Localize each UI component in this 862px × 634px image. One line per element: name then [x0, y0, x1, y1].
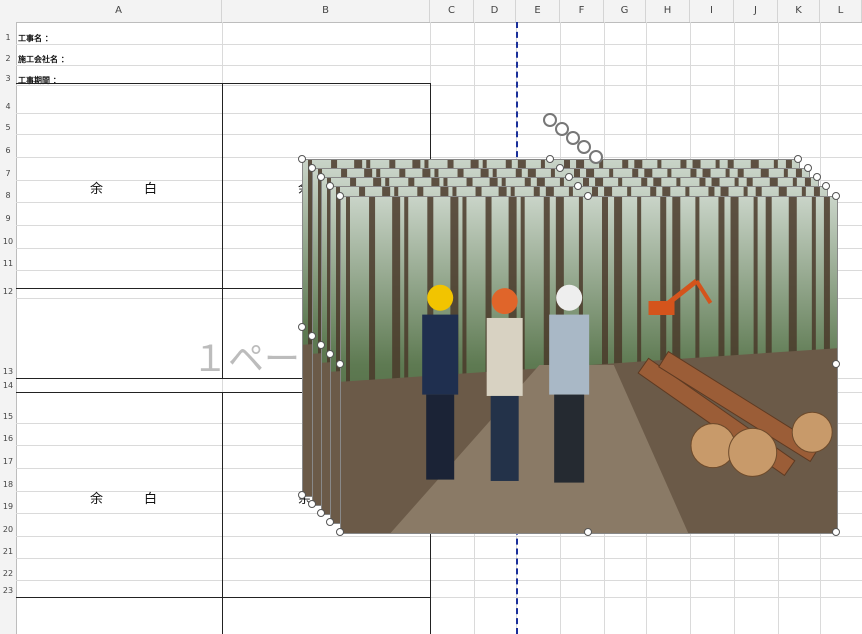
grid-line [16, 134, 862, 135]
rotate-handle[interactable] [577, 140, 591, 154]
grid-line [16, 536, 862, 537]
grid-line [16, 558, 862, 559]
resize-handle[interactable] [298, 491, 306, 499]
column-header-f[interactable]: F [560, 0, 604, 22]
resize-handle[interactable] [546, 155, 554, 163]
column-header-c[interactable]: C [430, 0, 474, 22]
project-period-label[interactable]: 工事期間 ： [18, 75, 61, 86]
column-header-d[interactable]: D [474, 0, 516, 22]
row-header-10[interactable]: 10 [0, 237, 16, 246]
column-header-i[interactable]: I [690, 0, 734, 22]
resize-handle[interactable] [813, 173, 821, 181]
table-border [16, 597, 430, 598]
resize-handle[interactable] [336, 360, 344, 368]
grid-line [16, 85, 862, 86]
grid-line [16, 580, 862, 581]
resize-handle[interactable] [298, 155, 306, 163]
resize-handle[interactable] [832, 360, 840, 368]
column-header-g[interactable]: G [604, 0, 646, 22]
column-header-a[interactable]: A [16, 0, 222, 22]
resize-handle[interactable] [317, 341, 325, 349]
row-header-1[interactable]: 1 [0, 33, 16, 42]
row-header-16[interactable]: 16 [0, 434, 16, 443]
column-header-l[interactable]: L [820, 0, 862, 22]
resize-handle[interactable] [317, 509, 325, 517]
row-header-7[interactable]: 7 [0, 169, 16, 178]
row-header-4[interactable]: 4 [0, 102, 16, 111]
column-header-j[interactable]: J [734, 0, 778, 22]
row-header-20[interactable]: 20 [0, 525, 16, 534]
resize-handle[interactable] [336, 192, 344, 200]
blank-cell-top-left[interactable]: 余 白 [90, 178, 171, 197]
resize-handle[interactable] [308, 164, 316, 172]
grid-line [16, 44, 862, 45]
column-header-h[interactable]: H [646, 0, 690, 22]
grid-line [16, 157, 862, 158]
resize-handle[interactable] [317, 173, 325, 181]
column-header-b[interactable]: B [222, 0, 430, 22]
resize-handle[interactable] [308, 332, 316, 340]
row-header-21[interactable]: 21 [0, 547, 16, 556]
page-number-watermark: １ペー [192, 339, 301, 380]
column-header-e[interactable]: E [516, 0, 560, 22]
resize-handle[interactable] [326, 182, 334, 190]
row-header-9[interactable]: 9 [0, 214, 16, 223]
rotate-handle[interactable] [589, 150, 603, 164]
resize-handle[interactable] [832, 192, 840, 200]
row-header-22[interactable]: 22 [0, 569, 16, 578]
row-header-18[interactable]: 18 [0, 480, 16, 489]
row-header-11[interactable]: 11 [0, 259, 16, 268]
row-header-14[interactable]: 14 [0, 381, 16, 390]
row-header-17[interactable]: 17 [0, 457, 16, 466]
row-header-12[interactable]: 12 [0, 287, 16, 296]
resize-handle[interactable] [565, 173, 573, 181]
resize-handle[interactable] [298, 323, 306, 331]
company-name-label[interactable]: 施工会社名 ： [18, 54, 69, 65]
row-header-2[interactable]: 2 [0, 54, 16, 63]
blank-cell-bottom-left[interactable]: 余 白 [90, 488, 171, 507]
resize-handle[interactable] [794, 155, 802, 163]
grid-line [16, 65, 862, 66]
resize-handle[interactable] [336, 528, 344, 536]
resize-handle[interactable] [326, 350, 334, 358]
project-name-label[interactable]: 工事名 ： [18, 33, 53, 44]
table-border-top [16, 83, 430, 84]
row-header-3[interactable]: 3 [0, 74, 16, 83]
resize-handle[interactable] [832, 528, 840, 536]
row-header-23[interactable]: 23 [0, 586, 16, 595]
row-header-6[interactable]: 6 [0, 146, 16, 155]
resize-handle[interactable] [574, 182, 582, 190]
resize-handle[interactable] [822, 182, 830, 190]
grid-line [16, 113, 862, 114]
resize-handle[interactable] [804, 164, 812, 172]
resize-handle[interactable] [308, 500, 316, 508]
row-header-15[interactable]: 15 [0, 412, 16, 421]
row-header-bar [0, 22, 17, 634]
resize-handle[interactable] [556, 164, 564, 172]
table-border [222, 392, 223, 634]
resize-handle[interactable] [584, 192, 592, 200]
column-header-k[interactable]: K [778, 0, 820, 22]
row-header-5[interactable]: 5 [0, 123, 16, 132]
resize-handle[interactable] [584, 528, 592, 536]
row-header-19[interactable]: 19 [0, 502, 16, 511]
resize-handle[interactable] [326, 518, 334, 526]
row-header-8[interactable]: 8 [0, 191, 16, 200]
construction-photo[interactable] [340, 196, 838, 534]
row-header-13[interactable]: 13 [0, 367, 16, 376]
